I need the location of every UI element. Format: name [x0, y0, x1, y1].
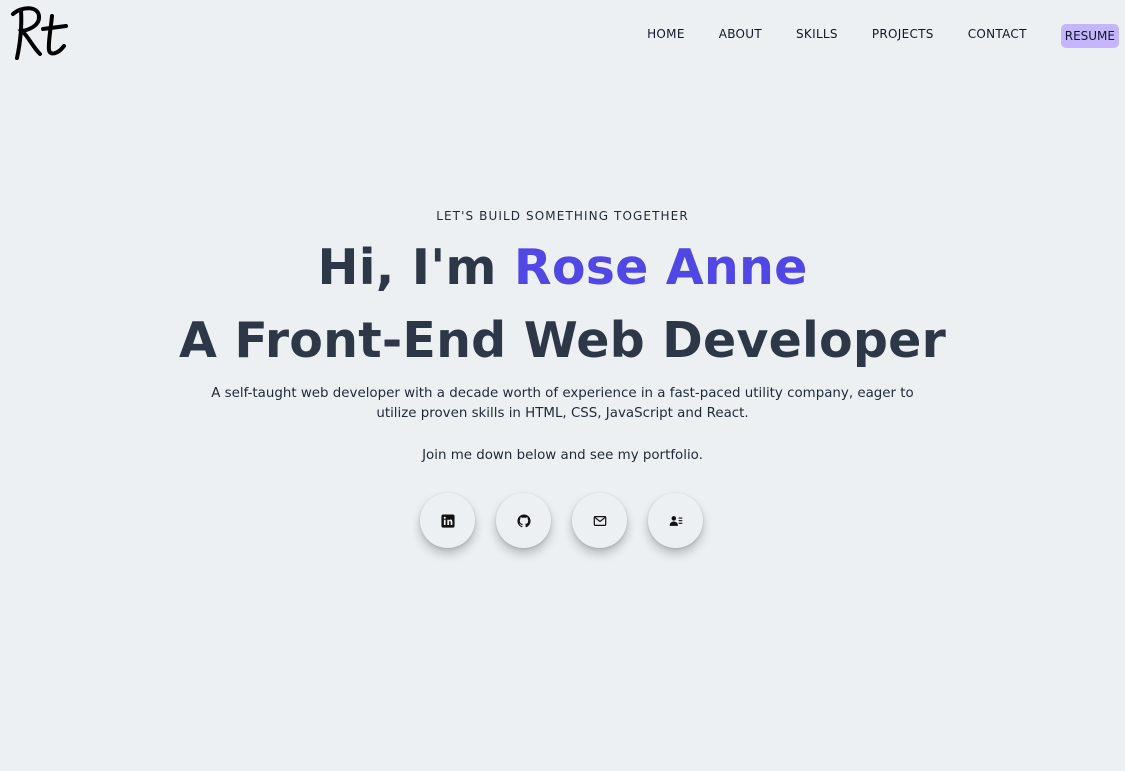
nav-about-link[interactable]: ABOUT — [719, 26, 762, 42]
nav-contact-link[interactable]: CONTACT — [968, 26, 1027, 42]
contact-card-icon — [669, 515, 682, 526]
greeting-prefix: Hi, I'm — [317, 239, 514, 296]
hero-name: Rose Anne — [513, 239, 808, 296]
social-links — [420, 493, 703, 548]
mail-icon — [593, 515, 606, 526]
github-icon — [516, 513, 531, 527]
site-header: HOME ABOUT SKILLS PROJECTS CONTACT RESUM… — [0, 0, 1125, 70]
hero-cta-text: Join me down below and see my portfolio. — [422, 448, 703, 463]
nav-projects-link[interactable]: PROJECTS — [872, 26, 934, 42]
nav-home-link[interactable]: HOME — [647, 26, 685, 42]
hero-eyebrow: LET'S BUILD SOMETHING TOGETHER — [436, 209, 689, 223]
hero-description: A self-taught web developer with a decad… — [211, 386, 914, 421]
github-button[interactable] — [496, 493, 551, 548]
hero-title: A Front-End Web Developer — [179, 312, 946, 369]
resume-button[interactable]: RESUME — [1060, 24, 1119, 48]
rt-logo-icon[interactable] — [8, 2, 70, 64]
linkedin-button[interactable] — [420, 493, 475, 548]
nav-skills-link[interactable]: SKILLS — [796, 26, 838, 42]
main-nav: HOME ABOUT SKILLS PROJECTS CONTACT RESUM… — [647, 20, 1119, 48]
hero-greeting: Hi, I'm Rose Anne — [0, 238, 1125, 298]
email-button[interactable] — [572, 493, 627, 548]
contact-card-button[interactable] — [648, 493, 703, 548]
linkedin-icon — [440, 513, 455, 528]
